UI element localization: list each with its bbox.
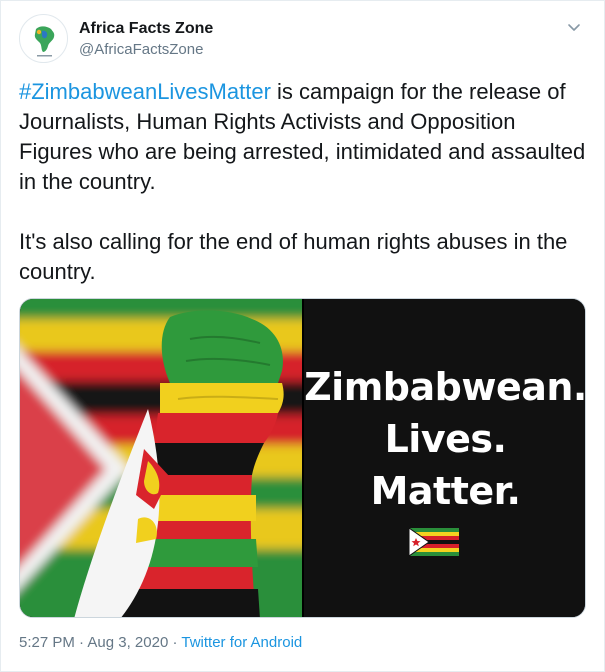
tweet-source-link[interactable]: Twitter for Android — [181, 634, 302, 651]
slogan-panel[interactable]: Zimbabwean. Lives. Matter. — [304, 299, 586, 617]
media-image[interactable]: Zimbabwean. Lives. Matter. — [19, 298, 586, 618]
tweet-card: Africa Facts Zone @AfricaFactsZone #Zimb… — [0, 0, 605, 672]
tweet-text: #ZimbabweanLivesMatter is campaign for t… — [19, 77, 587, 287]
meta-separator-2: · — [168, 634, 182, 651]
display-name[interactable]: Africa Facts Zone — [79, 19, 213, 39]
tweet-paragraph-2: It's also calling for the end of human r… — [19, 229, 568, 284]
hashtag-link[interactable]: #ZimbabweanLivesMatter — [19, 79, 271, 104]
tweet-meta: 5:27 PM · Aug 3, 2020 · Twitter for Andr… — [19, 633, 302, 653]
account-names: Africa Facts Zone @AfricaFactsZone — [79, 19, 213, 60]
tweet-date[interactable]: Aug 3, 2020 — [87, 634, 168, 651]
meta-separator: · — [74, 634, 88, 651]
tweet-header: Africa Facts Zone @AfricaFactsZone — [19, 14, 587, 70]
slogan-line-1: Zimbabwean. — [304, 365, 586, 409]
tweet-time[interactable]: 5:27 PM — [19, 634, 75, 651]
slogan-line-3: Matter. — [370, 469, 521, 513]
slogan-line-2: Lives. — [384, 417, 507, 461]
fist-flag-image[interactable] — [20, 299, 302, 617]
zimbabwe-flag-icon — [409, 528, 459, 556]
handle[interactable]: @AfricaFactsZone — [79, 40, 213, 60]
tweet-paragraph-1: #ZimbabweanLivesMatter is campaign for t… — [19, 77, 587, 197]
slogan-text: Zimbabwean. Lives. Matter. — [304, 361, 586, 517]
avatar[interactable] — [19, 14, 68, 63]
africa-map-logo-icon — [34, 26, 55, 57]
chevron-down-icon[interactable] — [565, 18, 583, 36]
